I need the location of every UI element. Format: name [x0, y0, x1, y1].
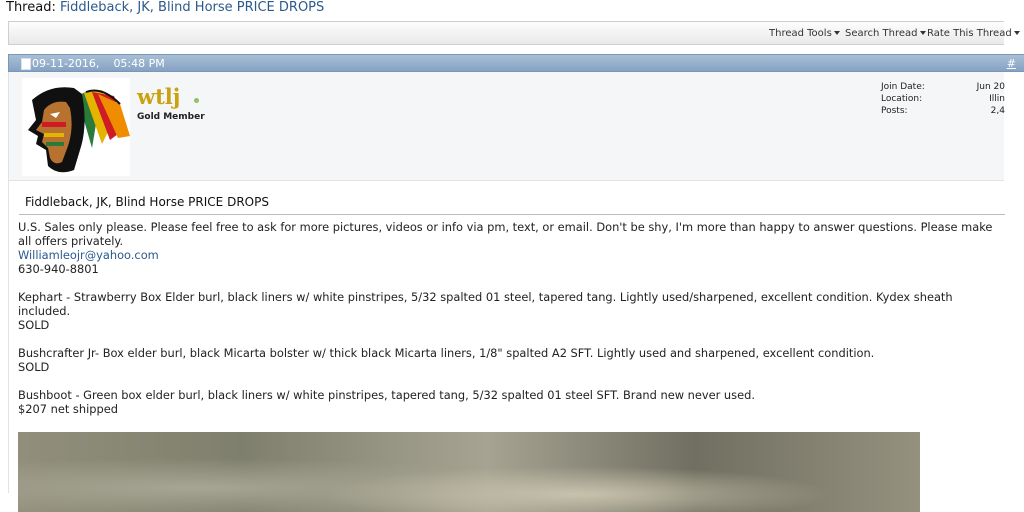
thread-tools-label: Thread Tools	[769, 28, 832, 39]
item-bushcrafter-status: SOLD	[18, 360, 50, 374]
post-intro: U.S. Sales only please. Please feel free…	[18, 220, 993, 248]
thread-toolbar: Thread Tools Search Thread Rate This Thr…	[8, 21, 1020, 45]
search-thread-menu[interactable]: Search Thread	[845, 28, 926, 39]
user-info: wtlj Gold Member Join Date: Location: Po…	[8, 72, 1005, 180]
rate-thread-label: Rate This Thread	[927, 28, 1012, 39]
title-divider	[19, 214, 1005, 215]
knife-photo[interactable]	[18, 432, 920, 512]
avatar[interactable]	[22, 78, 130, 176]
post-date-time: 05:48 PM	[113, 57, 165, 70]
location-value: Illin	[989, 94, 1005, 104]
posts-value: 2,4	[990, 106, 1005, 116]
posts-label: Posts:	[881, 106, 908, 116]
post-document-icon	[21, 58, 31, 70]
item-kephart: Kephart - Strawberry Box Elder burl, bla…	[18, 290, 953, 318]
location-label: Location:	[881, 94, 923, 104]
caret-down-icon	[919, 31, 926, 35]
thread-tools-menu[interactable]: Thread Tools	[769, 28, 840, 39]
item-bushcrafter: Bushcrafter Jr- Box elder burl, black Mi…	[18, 346, 875, 360]
item-bushboot: Bushboot - Green box elder burl, black l…	[18, 388, 755, 402]
user-title: Gold Member	[137, 112, 205, 122]
caret-down-icon	[1013, 31, 1020, 35]
user-meta-values: Jun 20 Illin 2,4	[973, 81, 1005, 117]
email-link[interactable]: Williamleojr@yahoo.com	[18, 248, 159, 262]
thread-title-link[interactable]: Fiddleback, JK, Blind Horse PRICE DROPS	[60, 0, 324, 15]
user-meta-labels: Join Date: Location: Posts:	[881, 81, 925, 117]
item-bushboot-price: $207 net shipped	[18, 402, 118, 416]
online-dot-icon	[194, 98, 199, 103]
join-date-label: Join Date:	[881, 82, 925, 92]
join-date-value: Jun 20	[976, 82, 1005, 92]
post-header: 09-11-2016, 05:48 PM #	[8, 54, 1024, 72]
post-title: Fiddleback, JK, Blind Horse PRICE DROPS	[25, 195, 269, 209]
post-body: Fiddleback, JK, Blind Horse PRICE DROPS …	[8, 180, 1005, 512]
post-date-day: 09-11-2016,	[32, 57, 100, 70]
thread-title: Thread: Fiddleback, JK, Blind Horse PRIC…	[6, 0, 324, 16]
phone-number: 630-940-8801	[18, 262, 99, 276]
post-number[interactable]: #	[1007, 57, 1016, 70]
search-thread-label: Search Thread	[845, 28, 918, 39]
post-date: 09-11-2016, 05:48 PM	[32, 57, 165, 70]
post-content: U.S. Sales only please. Please feel free…	[18, 220, 996, 416]
item-kephart-status: SOLD	[18, 318, 50, 332]
thread-label: Thread:	[6, 0, 56, 15]
caret-down-icon	[833, 31, 840, 35]
blackhawks-logo	[28, 87, 130, 173]
rate-thread-menu[interactable]: Rate This Thread	[927, 28, 1020, 39]
username[interactable]: wtlj	[137, 84, 180, 109]
